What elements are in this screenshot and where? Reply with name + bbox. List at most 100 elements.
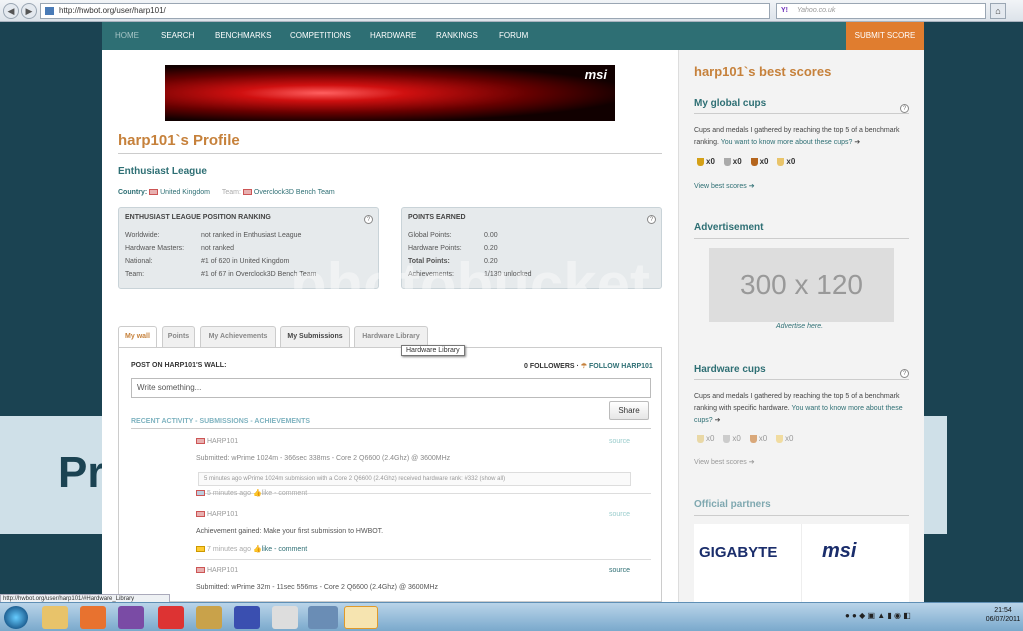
row-label: Team: — [125, 271, 145, 278]
view-best-scores-link[interactable]: View best scores ➔ — [694, 458, 755, 466]
url-text: http://hwbot.org/user/harp101/ — [59, 6, 166, 15]
tab-points[interactable]: Points — [162, 326, 195, 348]
wall-panel: POST ON HARP101'S WALL: 0 FOLLOWERS · ☂ … — [118, 347, 662, 602]
browser-toolbar: ◀ ▶ http://hwbot.org/user/harp101/ Y! Yah… — [0, 0, 1023, 22]
view-best-text[interactable]: View best scores — [694, 183, 747, 190]
like-icon: 👍 — [252, 490, 262, 497]
country-value[interactable]: United Kingdom — [160, 189, 210, 196]
source-link[interactable]: source — [609, 567, 630, 574]
activity-user-name[interactable]: HARP101 — [207, 511, 238, 518]
help-icon[interactable]: ? — [900, 369, 909, 378]
system-tray[interactable]: ● ● ◆ ▣ ▲ ▮ ◉ ◧ — [845, 611, 975, 623]
global-link[interactable]: You want to know more about these cups? — [721, 139, 853, 146]
calendar-icon[interactable] — [272, 606, 298, 629]
nav-search[interactable]: SEARCH — [161, 22, 194, 50]
help-icon[interactable]: ? — [647, 215, 656, 224]
silver-cup-icon — [723, 434, 731, 443]
cup-count: x0 — [732, 157, 742, 166]
cup-count: x0 — [759, 157, 769, 166]
search-box[interactable]: Y! Yahoo.co.uk — [776, 3, 986, 19]
start-button-icon[interactable] — [4, 606, 28, 629]
address-bar[interactable]: http://hwbot.org/user/harp101/ — [40, 3, 770, 19]
submit-score-button[interactable]: SUBMIT SCORE — [846, 22, 924, 50]
advertise-link[interactable]: Advertise here. — [776, 323, 823, 330]
activity-header[interactable]: RECENT ACTIVITY - SUBMISSIONS - ACHIEVEM… — [131, 418, 310, 425]
global-cups-row: x0 x0 x0 x0 — [697, 157, 795, 166]
divider — [801, 524, 802, 602]
app-icon[interactable] — [158, 606, 184, 629]
nav-hardware[interactable]: HARDWARE — [370, 22, 416, 50]
team-label: Team: — [221, 189, 241, 196]
source-link[interactable]: source — [609, 511, 630, 518]
activity-meta: 7 minutes ago 👍like - comment — [196, 545, 307, 553]
clock[interactable]: 21:54 06/07/2011 — [984, 606, 1022, 624]
help-icon[interactable]: ? — [364, 215, 373, 224]
tab-my-achievements[interactable]: My Achievements — [200, 326, 276, 348]
back-icon[interactable]: ◀ — [3, 3, 19, 19]
banner-brand: msi — [584, 67, 607, 82]
view-best-text[interactable]: View best scores — [694, 459, 747, 466]
bronze-cup-icon — [749, 434, 757, 443]
cpuz-icon[interactable] — [118, 606, 144, 629]
activity-time: 7 minutes ago — [207, 546, 251, 553]
like-comment-link[interactable]: like - comment — [262, 546, 308, 553]
partners-title: Official partners — [694, 499, 771, 510]
gigabyte-logo[interactable]: GIGABYTE — [699, 544, 777, 561]
msi-logo[interactable]: msi — [822, 540, 856, 563]
source-link[interactable]: source — [609, 438, 630, 445]
row-label: National: — [125, 258, 153, 265]
activity-user-name[interactable]: HARP101 — [207, 567, 238, 574]
nav-benchmarks[interactable]: BENCHMARKS — [215, 22, 271, 50]
tab-my-submissions[interactable]: My Submissions — [280, 326, 350, 348]
view-best-scores-link[interactable]: View best scores ➔ — [694, 182, 755, 190]
window-icon[interactable] — [308, 606, 338, 629]
hardware-cups-title: Hardware cups — [694, 364, 766, 375]
ad-placeholder[interactable]: 300 x 120 — [709, 248, 894, 322]
like-comment-link[interactable]: like - comment — [262, 490, 308, 497]
forward-icon[interactable]: ▶ — [21, 3, 37, 19]
activity-user[interactable]: HARP101 — [196, 511, 238, 518]
cup-count: x0 — [732, 434, 741, 443]
follow-icon: ☂ — [580, 363, 588, 370]
share-button[interactable]: Share — [609, 401, 649, 420]
search-placeholder: Yahoo.co.uk — [797, 7, 836, 14]
sidebar: harp101`s best scores My global cups ? C… — [678, 50, 924, 602]
row-value: 0.20 — [484, 245, 498, 252]
submission-icon — [196, 490, 205, 497]
activity-user-name[interactable]: HARP101 — [207, 438, 238, 445]
activity-time: 5 minutes ago — [207, 490, 251, 497]
row-value[interactable]: #1 of 620 in United Kingdom — [201, 258, 289, 265]
tab-my-wall[interactable]: My wall — [118, 326, 157, 348]
explorer-icon[interactable] — [42, 606, 68, 629]
uk-flag-icon — [196, 567, 205, 574]
cup-count: x0 — [785, 434, 794, 443]
nav-competitions[interactable]: COMPETITIONS — [290, 22, 351, 50]
hardware-cups-text: Cups and medals I gathered by reaching t… — [694, 393, 903, 424]
nav-forum[interactable]: FORUM — [499, 22, 528, 50]
firefox-icon[interactable] — [80, 606, 106, 629]
divider — [131, 428, 651, 429]
team-value[interactable]: Overclock3D Bench Team — [254, 189, 335, 196]
row-value[interactable]: #1 of 67 in Overclock3D Bench Team — [201, 271, 316, 278]
app-icon[interactable] — [234, 606, 260, 629]
app-icon[interactable] — [196, 606, 222, 629]
help-icon[interactable]: ? — [900, 104, 909, 113]
activity-note: 5 minutes ago wPrime 1024m submission wi… — [198, 472, 631, 486]
medal-icon — [776, 434, 784, 443]
like-icon: 👍 — [252, 546, 262, 553]
cup-count: x0 — [786, 157, 796, 166]
global-cups-text: Cups and medals I gathered by reaching t… — [694, 127, 900, 146]
followers-count: 0 FOLLOWERS — [524, 363, 575, 370]
follow-link[interactable]: FOLLOW HARP101 — [589, 363, 653, 370]
achievement-icon — [196, 546, 205, 553]
row-label: Achievements: — [408, 271, 454, 278]
msi-banner[interactable]: msi — [165, 65, 615, 121]
wall-post-input[interactable]: Write something... — [131, 378, 651, 398]
activity-user[interactable]: HARP101 — [196, 567, 238, 574]
active-window-icon[interactable] — [344, 606, 378, 629]
country-line: Country: United Kingdom Team: Overclock3… — [118, 189, 335, 196]
nav-rankings[interactable]: RANKINGS — [436, 22, 478, 50]
home-icon[interactable]: ⌂ — [990, 3, 1006, 19]
activity-user[interactable]: HARP101 — [196, 438, 238, 445]
nav-home[interactable]: HOME — [115, 22, 139, 50]
